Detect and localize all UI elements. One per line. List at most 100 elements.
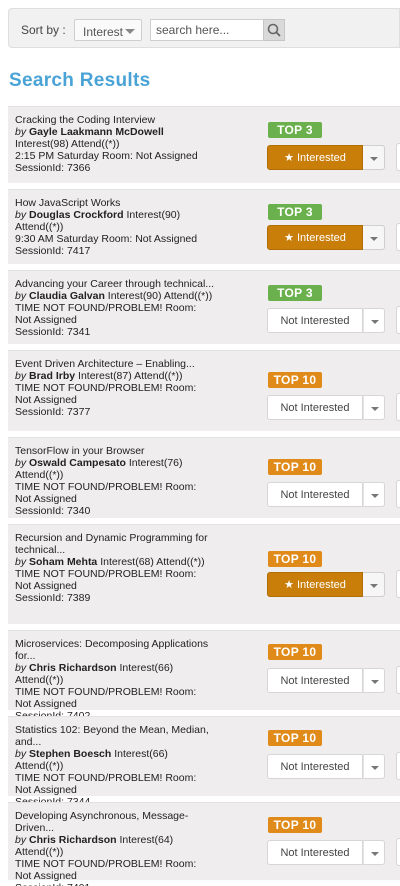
session-time-room: 2:15 PM Saturday Room: Not Assigned (15, 150, 198, 162)
interest-button[interactable]: Not Interested (267, 754, 363, 779)
session-time-room: TIME NOT FOUND/PROBLEM! Room: Not Assign… (15, 568, 197, 592)
interest-dropdown-button[interactable] (363, 754, 385, 779)
session-title[interactable]: Cracking the Coding Interview (15, 114, 215, 126)
interest-button[interactable]: Not Interested (267, 668, 363, 693)
speaker-name: Douglas Crockford (29, 209, 124, 221)
rank-badge: TOP 3 (268, 122, 322, 138)
interest-dropdown-button[interactable] (363, 572, 385, 597)
by-label: by (15, 370, 27, 382)
interest-dropdown-button[interactable] (363, 225, 385, 250)
session-time-room: TIME NOT FOUND/PROBLEM! Room: Not Assign… (15, 686, 197, 710)
toolbar: Sort by : Interest (8, 8, 400, 48)
interest-button-label: Interested (296, 232, 346, 244)
session-info: Recursion and Dynamic Programming for te… (15, 532, 215, 604)
card-side-control (396, 666, 400, 694)
rank-badge: TOP 10 (268, 730, 322, 746)
speaker-name: Gayle Laakmann McDowell (29, 126, 164, 138)
sort-label: Sort by : (21, 23, 66, 37)
interest-button[interactable]: Not Interested (267, 840, 363, 865)
interest-toggle: Not Interested (267, 754, 385, 779)
session-info: Advancing your Career through technical.… (15, 278, 215, 338)
star-icon: ★ (284, 579, 294, 591)
session-time-room: 9:30 AM Saturday Room: Not Assigned (15, 233, 198, 245)
rank-badge: TOP 10 (268, 372, 322, 388)
sort-select-value: Interest (83, 25, 124, 39)
rank-badge: TOP 10 (268, 817, 322, 833)
session-time-room: TIME NOT FOUND/PROBLEM! Room: Not Assign… (15, 481, 197, 505)
speaker-name: Oswald Campesato (29, 457, 126, 469)
rank-badge: TOP 3 (268, 285, 322, 301)
interest-button-label: Not Interested (280, 315, 350, 327)
session-info: Event Driven Architecture – Enabling... b… (15, 358, 215, 418)
interest-button[interactable]: Not Interested (267, 482, 363, 507)
session-title[interactable]: Microservices: Decomposing Applications … (15, 638, 215, 662)
interest-toggle: Not Interested (267, 308, 385, 333)
interest-toggle: ★ Interested (267, 145, 385, 170)
session-id: SessionId: 7417 (15, 245, 91, 257)
interest-dropdown-button[interactable] (363, 145, 385, 170)
page-title: Search Results (9, 70, 151, 91)
by-label: by (15, 748, 27, 760)
card-side-control (396, 752, 400, 780)
session-stats: Interest(98) Attend((*)) (15, 138, 120, 150)
interest-dropdown-button[interactable] (363, 308, 385, 333)
interest-toggle: Not Interested (267, 668, 385, 693)
interest-button[interactable]: ★ Interested (267, 145, 363, 170)
interest-button-label: Interested (296, 152, 346, 164)
interest-toggle: Not Interested (267, 482, 385, 507)
session-card: Cracking the Coding Interview by Gayle La… (8, 106, 400, 183)
session-title[interactable]: Statistics 102: Beyond the Mean, Median,… (15, 724, 215, 748)
speaker-name: Claudia Galvan (29, 290, 105, 302)
interest-dropdown-button[interactable] (363, 482, 385, 507)
interest-dropdown-button[interactable] (363, 395, 385, 420)
interest-toggle: Not Interested (267, 395, 385, 420)
speaker-name: Chris Richardson (29, 834, 117, 846)
rank-badge: TOP 10 (268, 644, 322, 660)
search-input[interactable] (150, 19, 264, 41)
session-info: Statistics 102: Beyond the Mean, Median,… (15, 724, 215, 808)
card-side-control (396, 570, 400, 598)
sort-select[interactable]: Interest (74, 19, 142, 41)
session-card: Event Driven Architecture – Enabling... b… (8, 350, 400, 431)
interest-toggle: ★ Interested (267, 225, 385, 250)
session-title[interactable]: Recursion and Dynamic Programming for te… (15, 532, 215, 556)
session-title[interactable]: Event Driven Architecture – Enabling... (15, 358, 215, 370)
speaker-name: Brad Irby (29, 370, 76, 382)
card-side-control (396, 143, 400, 171)
card-side-control (396, 480, 400, 508)
rank-badge: TOP 3 (268, 204, 322, 220)
session-id: SessionId: 7340 (15, 505, 91, 517)
interest-button[interactable]: Not Interested (267, 308, 363, 333)
session-time-room: TIME NOT FOUND/PROBLEM! Room: Not Assign… (15, 772, 197, 796)
card-side-control (396, 223, 400, 251)
session-card: Advancing your Career through technical.… (8, 270, 400, 344)
interest-dropdown-button[interactable] (363, 840, 385, 865)
session-card: Developing Asynchronous, Message-Driven.… (8, 802, 400, 886)
session-stats: Interest(68) Attend((*)) (100, 556, 205, 568)
star-icon: ★ (284, 232, 294, 244)
session-id: SessionId: 7401 (15, 882, 215, 886)
interest-button[interactable]: Not Interested (267, 395, 363, 420)
interest-button-label: Not Interested (280, 761, 350, 773)
session-title[interactable]: TensorFlow in your Browser (15, 445, 215, 457)
session-card: Microservices: Decomposing Applications … (8, 630, 400, 722)
interest-button[interactable]: ★ Interested (267, 572, 363, 597)
by-label: by (15, 662, 27, 674)
interest-dropdown-button[interactable] (363, 668, 385, 693)
speaker-name: Chris Richardson (29, 662, 117, 674)
session-time-room: TIME NOT FOUND/PROBLEM! Room: Not Assign… (15, 302, 197, 326)
session-card: Statistics 102: Beyond the Mean, Median,… (8, 716, 400, 808)
card-side-control (396, 838, 400, 866)
by-label: by (15, 290, 27, 302)
session-stats: Interest(87) Attend((*)) (78, 370, 183, 382)
session-card: Recursion and Dynamic Programming for te… (8, 524, 400, 624)
interest-button-label: Not Interested (280, 402, 350, 414)
session-title[interactable]: How JavaScript Works (15, 197, 215, 209)
search-button[interactable] (263, 19, 285, 41)
session-info: TensorFlow in your Browser by Oswald Camp… (15, 445, 215, 517)
session-title[interactable]: Developing Asynchronous, Message-Driven.… (15, 810, 215, 834)
by-label: by (15, 209, 27, 221)
interest-button[interactable]: ★ Interested (267, 225, 363, 250)
star-icon: ★ (284, 152, 294, 164)
session-title[interactable]: Advancing your Career through technical.… (15, 278, 215, 290)
